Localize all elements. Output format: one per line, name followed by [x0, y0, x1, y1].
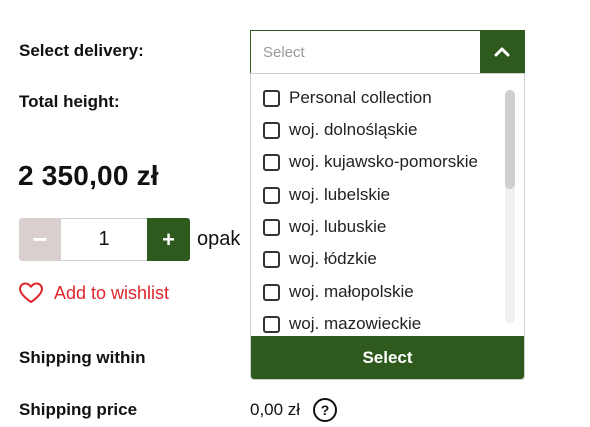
select-button[interactable]: Select [251, 336, 524, 379]
delivery-option-label: woj. dolnośląskie [289, 120, 418, 139]
delivery-select[interactable]: Select [250, 30, 525, 74]
delivery-option-label: woj. małopolskie [289, 282, 414, 301]
delivery-option[interactable]: woj. łódzkie [263, 247, 377, 271]
quantity-decrease-button[interactable]: − [19, 218, 61, 261]
checkbox[interactable] [263, 250, 280, 268]
delivery-option[interactable]: woj. lubelskie [263, 183, 390, 207]
shipping-within-label: Shipping within [19, 348, 146, 367]
scrollbar-thumb[interactable] [505, 90, 515, 189]
checkbox[interactable] [263, 121, 280, 139]
total-height-label: Total height: [19, 92, 120, 111]
wishlist-label: Add to wishlist [54, 282, 170, 303]
delivery-option-label: woj. kujawsko-pomorskie [289, 152, 478, 171]
checkbox[interactable] [263, 186, 280, 204]
checkbox[interactable] [263, 315, 280, 333]
checkbox[interactable] [263, 218, 280, 236]
heart-icon [19, 282, 43, 303]
delivery-option-label: woj. mazowieckie [289, 314, 422, 333]
delivery-option[interactable]: woj. lubuskie [263, 215, 386, 239]
delivery-option[interactable]: woj. małopolskie [263, 280, 414, 304]
checkbox[interactable] [263, 89, 280, 107]
delivery-options-list: Personal collection woj. dolnośląskie wo… [251, 74, 511, 336]
help-icon[interactable]: ? [313, 398, 337, 422]
shipping-price-value: 0,00 zł [250, 400, 301, 419]
add-to-wishlist-link[interactable]: Add to wishlist [18, 282, 169, 304]
delivery-select-placeholder: Select [263, 43, 305, 61]
shipping-price-label: Shipping price [19, 400, 138, 419]
delivery-option-label: Personal collection [289, 88, 432, 107]
quantity-input[interactable]: 1 [61, 218, 147, 261]
delivery-option[interactable]: woj. kujawsko-pomorskie [263, 150, 478, 174]
delivery-option-label: woj. łódzkie [289, 249, 377, 268]
delivery-option[interactable]: woj. mazowieckie [263, 312, 421, 336]
quantity-stepper: − 1 + [19, 218, 190, 261]
select-delivery-label: Select delivery: [19, 41, 144, 60]
delivery-dropdown-panel: Personal collection woj. dolnośląskie wo… [250, 73, 525, 380]
delivery-option[interactable]: woj. dolnośląskie [263, 118, 418, 142]
delivery-option[interactable]: Personal collection [263, 86, 432, 110]
checkbox[interactable] [263, 153, 280, 171]
delivery-option-label: woj. lubelskie [289, 185, 391, 204]
quantity-unit: opak [197, 228, 241, 250]
quantity-increase-button[interactable]: + [147, 218, 190, 261]
chevron-up-icon [494, 47, 510, 57]
dropdown-toggle-button[interactable] [480, 31, 524, 73]
delivery-option-label: woj. lubuskie [289, 217, 387, 236]
checkbox[interactable] [263, 283, 280, 301]
product-price: 2 350,00 zł [18, 160, 159, 191]
